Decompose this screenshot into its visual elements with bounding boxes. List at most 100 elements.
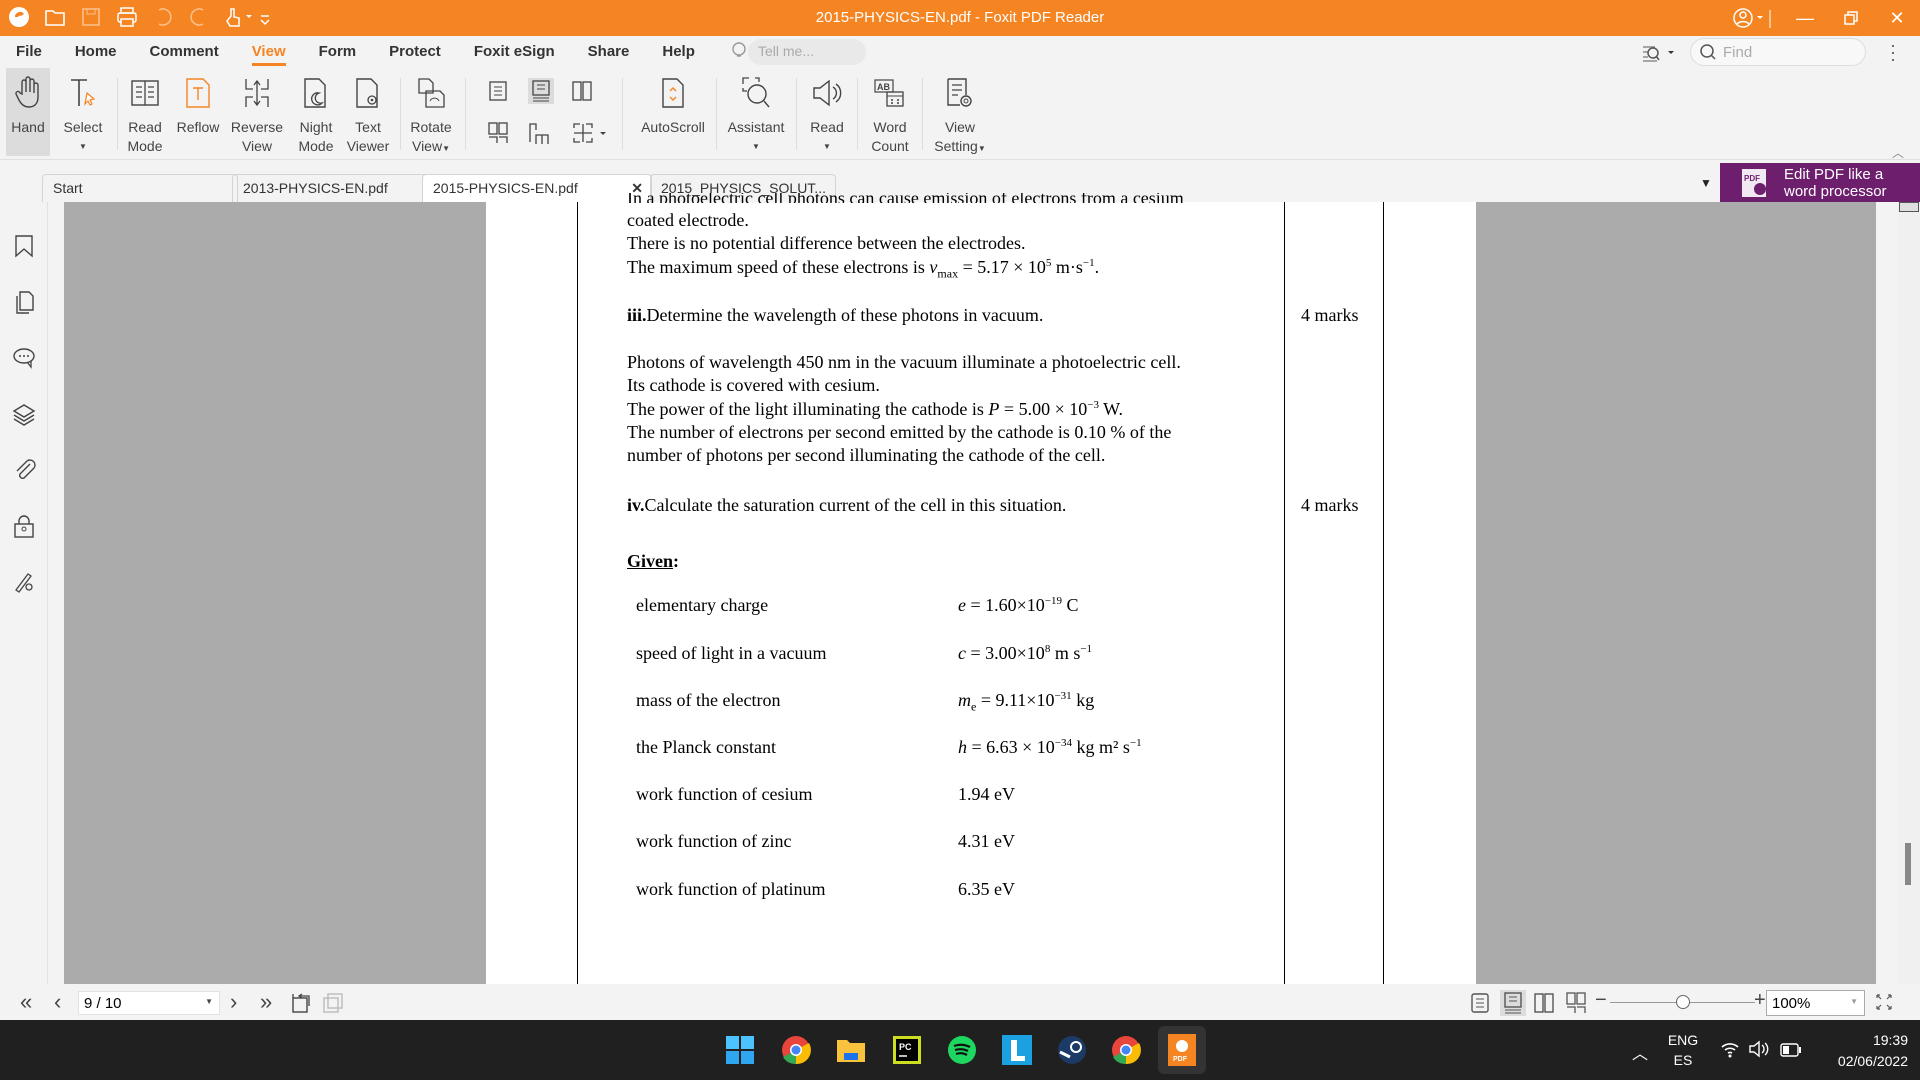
view-setting-button[interactable]: View Setting▼ bbox=[928, 68, 992, 156]
menu-form[interactable]: Form bbox=[319, 43, 357, 66]
scrollbar-thumb[interactable] bbox=[1905, 843, 1911, 885]
menu-protect[interactable]: Protect bbox=[389, 43, 441, 66]
assistant-icon bbox=[742, 77, 770, 108]
tab-start[interactable]: Start bbox=[42, 174, 238, 202]
menu-file[interactable]: File bbox=[16, 43, 42, 66]
steam-icon[interactable] bbox=[1056, 1034, 1088, 1066]
clock[interactable]: 19:39 02/06/2022 bbox=[1808, 1030, 1908, 1072]
read-mode-label-2: Mode bbox=[127, 138, 163, 154]
continuous-facing-icon[interactable] bbox=[488, 122, 508, 144]
signature-icon[interactable] bbox=[12, 570, 36, 594]
l-app-icon[interactable] bbox=[1001, 1034, 1033, 1066]
doc-text-line: Its cathode is covered with cesium. bbox=[627, 375, 880, 395]
file-explorer-icon[interactable] bbox=[835, 1034, 867, 1066]
fullscreen-icon[interactable] bbox=[1874, 992, 1894, 1012]
vertical-scrollbar[interactable] bbox=[1898, 202, 1920, 984]
zoom-slider[interactable] bbox=[1610, 995, 1755, 1009]
read-aloud-button[interactable]: Read ▼ bbox=[803, 68, 851, 156]
menu-help[interactable]: Help bbox=[662, 43, 695, 66]
chrome-icon[interactable] bbox=[1110, 1034, 1142, 1066]
reflow-button[interactable]: Reflow bbox=[175, 68, 221, 156]
view-setting-icon bbox=[947, 78, 972, 107]
attachment-icon[interactable] bbox=[12, 458, 36, 482]
pages-icon[interactable] bbox=[12, 290, 36, 314]
first-page-button[interactable]: « bbox=[20, 989, 32, 1015]
account-icon[interactable] bbox=[1722, 6, 1782, 30]
menu-comment[interactable]: Comment bbox=[150, 43, 219, 66]
next-view-icon[interactable] bbox=[322, 992, 344, 1014]
security-lock-icon[interactable] bbox=[12, 514, 36, 538]
windows-start-icon[interactable] bbox=[724, 1034, 756, 1066]
tab-2015-physics[interactable]: 2015-PHYSICS-EN.pdf ✕ bbox=[422, 174, 652, 202]
doc-text-line: The power of the light illuminating the … bbox=[627, 399, 1123, 420]
layers-icon[interactable] bbox=[12, 402, 36, 426]
split-view-icon[interactable] bbox=[572, 122, 608, 144]
scroll-up-button[interactable] bbox=[1899, 202, 1919, 212]
autoscroll-button[interactable]: AutoScroll bbox=[636, 68, 710, 156]
comments-icon[interactable] bbox=[12, 346, 36, 370]
volume-icon[interactable] bbox=[1748, 1040, 1770, 1058]
text-viewer-button[interactable]: Text Viewer bbox=[344, 68, 392, 156]
zoom-out-button[interactable]: − bbox=[1595, 989, 1607, 1012]
read-label: Read bbox=[810, 119, 844, 135]
more-options-icon[interactable]: · · · bbox=[1890, 36, 1896, 68]
spotify-icon[interactable] bbox=[946, 1034, 978, 1066]
text-fragment: = 5.17 × 10 bbox=[958, 257, 1046, 277]
ribbon-toolbar: Hand Select ▼ Read Mode Reflow Reverse V… bbox=[0, 68, 1920, 160]
facing-view-icon[interactable] bbox=[1534, 992, 1554, 1014]
word-count-button[interactable]: AB Word Count bbox=[864, 68, 916, 156]
question-number: iv. bbox=[627, 495, 645, 515]
bookmark-icon[interactable] bbox=[12, 234, 36, 258]
zoom-dropdown-icon[interactable]: ▼ bbox=[1850, 997, 1858, 1006]
show-hidden-icons-icon[interactable]: ︿ bbox=[1632, 1040, 1648, 1064]
single-page-icon[interactable] bbox=[488, 80, 508, 102]
next-page-button[interactable]: › bbox=[230, 989, 237, 1015]
menu-foxit-esign[interactable]: Foxit eSign bbox=[474, 43, 555, 66]
page-number-input[interactable]: 9 / 10 ▼ bbox=[78, 991, 220, 1015]
read-mode-button[interactable]: Read Mode bbox=[124, 68, 166, 156]
single-page-view-icon[interactable] bbox=[1470, 992, 1490, 1014]
menu-share[interactable]: Share bbox=[588, 43, 630, 66]
hand-icon bbox=[15, 76, 39, 108]
facing-pages-icon[interactable] bbox=[572, 80, 592, 102]
collapse-ribbon-icon[interactable]: ︿ bbox=[1892, 144, 1904, 161]
menu-view[interactable]: View bbox=[251, 43, 286, 66]
language-indicator[interactable]: ENG ES bbox=[1666, 1030, 1700, 1070]
menu-home[interactable]: Home bbox=[75, 43, 117, 66]
reverse-view-button[interactable]: Reverse View bbox=[228, 68, 286, 156]
zoom-in-button[interactable]: + bbox=[1754, 989, 1766, 1012]
previous-page-button[interactable]: ‹ bbox=[54, 989, 61, 1015]
continuous-facing-view-icon[interactable] bbox=[1566, 992, 1586, 1014]
question-number: iii. bbox=[627, 305, 647, 325]
night-mode-button[interactable]: Night Mode bbox=[294, 68, 338, 156]
tell-me-input[interactable]: Tell me... bbox=[732, 39, 866, 65]
word-count-label-2: Count bbox=[871, 138, 909, 154]
rotate-view-button[interactable]: Rotate View▼ bbox=[406, 68, 456, 156]
divider bbox=[465, 78, 466, 150]
zoom-slider-thumb[interactable] bbox=[1675, 995, 1690, 1009]
edit-pdf-promo-banner[interactable]: PDF Edit PDF like a word processor bbox=[1720, 163, 1920, 202]
continuous-view-icon[interactable] bbox=[1500, 990, 1526, 1016]
previous-view-icon[interactable] bbox=[290, 992, 312, 1014]
search-options-icon[interactable] bbox=[1642, 44, 1676, 62]
restore-button[interactable] bbox=[1828, 10, 1874, 26]
find-input[interactable]: Find bbox=[1690, 38, 1866, 66]
chrome-icon[interactable] bbox=[780, 1034, 812, 1066]
zoom-level-input[interactable]: 100% ▼ bbox=[1766, 990, 1865, 1016]
last-page-button[interactable]: » bbox=[260, 989, 272, 1015]
close-button[interactable]: ✕ bbox=[1874, 8, 1920, 29]
tab-2013-physics[interactable]: 2013-PHYSICS-EN.pdf bbox=[232, 174, 428, 202]
hand-tool-button[interactable]: Hand bbox=[6, 68, 50, 156]
minimize-button[interactable]: — bbox=[1782, 8, 1828, 29]
math-exponent: −1 bbox=[1129, 737, 1142, 749]
battery-icon[interactable] bbox=[1780, 1043, 1802, 1057]
page-dropdown-icon[interactable]: ▼ bbox=[205, 997, 213, 1006]
foxit-pdf-icon[interactable]: PDF bbox=[1158, 1026, 1206, 1074]
continuous-page-icon[interactable] bbox=[528, 78, 554, 104]
pycharm-icon[interactable]: PC bbox=[891, 1034, 923, 1066]
select-tool-button[interactable]: Select ▼ bbox=[58, 68, 108, 156]
tab-list-dropdown-icon[interactable]: ▼ bbox=[1700, 176, 1712, 190]
wifi-icon[interactable] bbox=[1720, 1040, 1740, 1058]
assistant-button[interactable]: Assistant ▼ bbox=[722, 68, 790, 156]
separate-cover-icon[interactable] bbox=[528, 122, 550, 144]
